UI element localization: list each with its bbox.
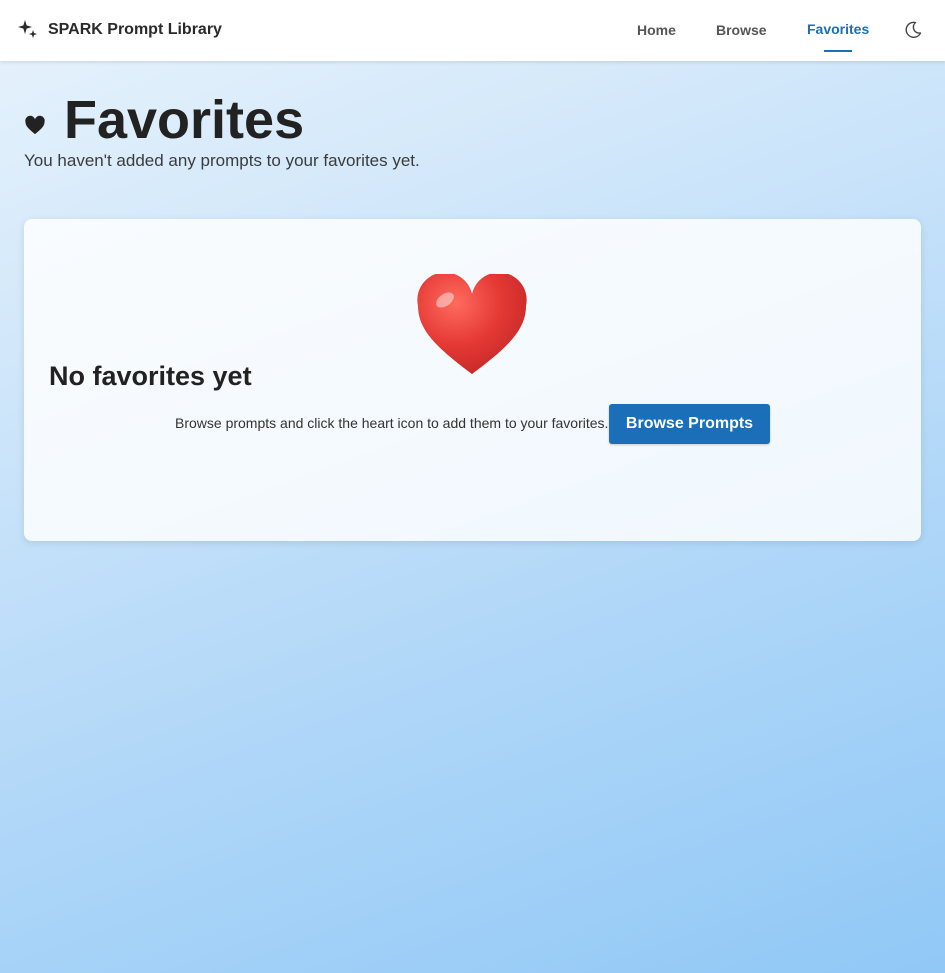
page-subtitle: You haven't added any prompts to your fa…	[24, 151, 420, 170]
top-navbar: SPARK Prompt Library Home Browse Favorit…	[0, 0, 945, 61]
nav-browse[interactable]: Browse	[716, 22, 767, 38]
browse-prompts-button[interactable]: Browse Prompts	[609, 404, 770, 444]
sparkles-icon	[18, 20, 37, 38]
empty-state-title: No favorites yet	[49, 361, 252, 391]
heart-icon	[25, 115, 45, 135]
nav-home[interactable]: Home	[637, 22, 676, 38]
moon-icon[interactable]	[903, 20, 923, 40]
empty-state-card: No favorites yet Browse prompts and clic…	[24, 219, 921, 541]
nav-favorites[interactable]: Favorites	[807, 21, 869, 37]
app-title: SPARK Prompt Library	[48, 21, 222, 38]
brand[interactable]: SPARK Prompt Library	[18, 19, 222, 41]
heart-icon	[417, 274, 527, 374]
page-title: Favorites	[64, 90, 305, 150]
empty-state-message: Browse prompts and click the heart icon …	[175, 415, 609, 431]
active-nav-indicator	[824, 50, 852, 52]
